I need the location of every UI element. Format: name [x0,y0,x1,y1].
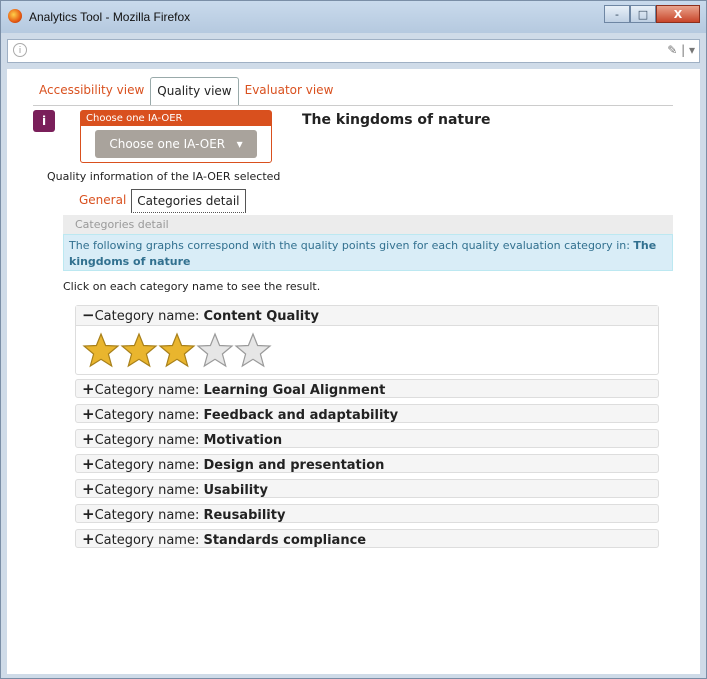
quality-info-label: Quality information of the IA-OER select… [47,170,281,183]
url-bar[interactable]: i ✎ | ▾ [7,39,700,63]
category-panel-reusability[interactable]: +Category name: Reusability [75,504,659,523]
star-empty-icon [196,332,234,368]
category-prefix: Category name: [94,483,204,498]
maximize-button[interactable]: □ [630,5,656,23]
expand-icon: + [82,455,95,473]
category-prefix: Category name: [94,408,204,423]
page-title: The kingdoms of nature [302,112,491,128]
choose-panel-header: Choose one IA-OER [81,111,271,126]
category-header[interactable]: −Category name: Content Quality [76,306,658,326]
category-name: Usability [203,483,268,498]
info-button[interactable]: i [33,110,55,132]
category-panel-motivation[interactable]: +Category name: Motivation [75,429,659,448]
close-button[interactable]: X [656,5,700,23]
category-prefix: Category name: [94,458,204,473]
window-title: Analytics Tool - Mozilla Firefox [29,10,191,24]
category-panel-feedback[interactable]: +Category name: Feedback and adaptabilit… [75,404,659,423]
sub-tabs: General Categories detail [74,189,246,213]
star-filled-icon [158,332,196,368]
category-panel-learning-goal[interactable]: +Category name: Learning Goal Alignment [75,379,659,398]
category-prefix: Category name: [94,508,204,523]
star-empty-icon [234,332,272,368]
category-name: Standards compliance [203,533,367,548]
category-name: Learning Goal Alignment [203,383,386,398]
click-hint: Click on each category name to see the r… [63,280,321,293]
category-name: Reusability [203,508,286,523]
category-prefix: Category name: [94,383,204,398]
expand-icon: + [82,505,95,523]
tab-quality-view[interactable]: Quality view [150,77,239,105]
tab-categories-detail[interactable]: Categories detail [131,189,246,213]
site-info-icon[interactable]: i [13,43,27,57]
category-panel-design[interactable]: +Category name: Design and presentation [75,454,659,473]
notice-text: The following graphs correspond with the… [69,239,634,252]
star-filled-icon [120,332,158,368]
browser-window: Analytics Tool - Mozilla Firefox - □ X i… [0,0,707,679]
category-prefix: Category name: [94,433,204,448]
caret-down-icon: ▾ [228,137,243,151]
star-rating [82,332,272,368]
categories-detail-bar: Categories detail [63,215,673,234]
title-bar: Analytics Tool - Mozilla Firefox - □ X [1,1,706,33]
category-name: Feedback and adaptability [203,408,399,423]
category-panel-content-quality: −Category name: Content Quality [75,305,659,375]
category-panel-usability[interactable]: +Category name: Usability [75,479,659,498]
firefox-icon [8,9,22,23]
page-content: Accessibility view Quality view Evaluato… [7,69,700,674]
extensions-icon[interactable]: ✎ | ▾ [667,43,695,57]
minimize-button[interactable]: - [604,5,630,23]
expand-icon: + [82,405,95,423]
choose-ia-oer-dropdown[interactable]: Choose one IA-OER ▾ [95,130,257,158]
choose-dropdown-label: Choose one IA-OER [109,137,226,151]
expand-icon: + [82,530,95,548]
tab-accessibility-view[interactable]: Accessibility view [33,77,150,104]
category-prefix: Category name: [94,533,204,548]
category-panel-standards[interactable]: +Category name: Standards compliance [75,529,659,548]
view-tabs: Accessibility view Quality view Evaluato… [33,77,339,105]
star-filled-icon [82,332,120,368]
tab-evaluator-view[interactable]: Evaluator view [239,77,340,104]
expand-icon: + [82,480,95,498]
expand-icon: + [82,380,95,398]
category-prefix: Category name: [94,309,204,324]
tab-general[interactable]: General [74,189,131,211]
category-name: Motivation [203,433,283,448]
tabs-divider [33,105,673,106]
category-name: Design and presentation [203,458,385,473]
choose-ia-oer-panel: Choose one IA-OER Choose one IA-OER ▾ [80,110,272,163]
info-notice: The following graphs correspond with the… [63,234,673,271]
collapse-icon: − [82,306,95,324]
category-name: Content Quality [203,309,319,324]
expand-icon: + [82,430,95,448]
